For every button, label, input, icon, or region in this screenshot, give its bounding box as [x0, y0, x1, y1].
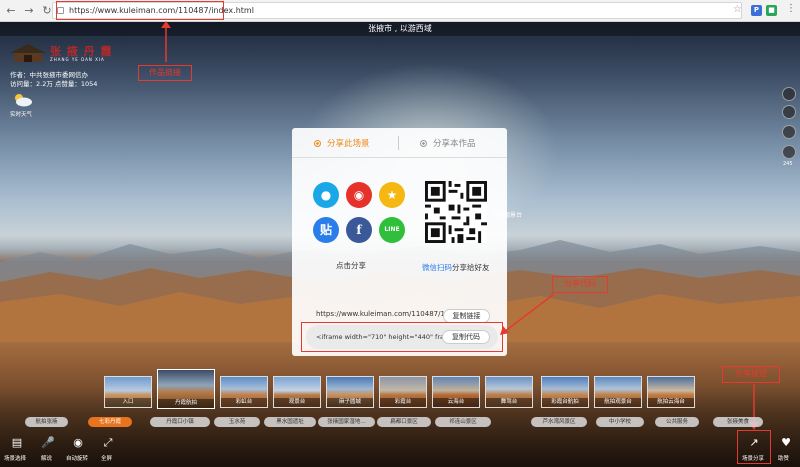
thumbnail-item-active[interactable]: 丹霞航拍: [157, 369, 215, 409]
share-url: https://www.kuleiman.com/110487/17895: [316, 310, 463, 318]
line-icon[interactable]: LINE: [379, 217, 405, 243]
copy-link-button[interactable]: 复制链接: [443, 309, 490, 323]
category-pill[interactable]: 祁连山景区: [435, 417, 491, 427]
share-button-annotation: 分享按钮: [722, 366, 780, 383]
facebook-icon[interactable]: f: [346, 217, 372, 243]
stats-line: 访问量：2.2万 点赞量：1054: [10, 80, 98, 88]
category-pill-active[interactable]: 七彩丹霞: [88, 417, 132, 427]
like-count-icon[interactable]: [782, 145, 796, 159]
category-pill[interactable]: 张掖美食: [713, 417, 763, 427]
vr-icon[interactable]: [782, 105, 796, 119]
auto-rotate-label: 自动旋转: [66, 456, 89, 462]
thumbnail-label: 彩霞台: [380, 398, 426, 407]
thumbnail-item[interactable]: 彩霞台航拍: [541, 376, 589, 408]
category-pill[interactable]: 玉水苑: [214, 417, 260, 427]
qr-code-icon: [425, 181, 487, 243]
thumbnail-item[interactable]: 麻子圆城: [326, 376, 374, 408]
view-mode-icon[interactable]: [782, 125, 796, 139]
category-pill[interactable]: 黑水国遗址: [264, 417, 316, 427]
thumbnail-label: 入口: [105, 398, 151, 407]
qzone-icon[interactable]: ★: [379, 182, 405, 208]
extension-green-icon[interactable]: ■: [766, 5, 777, 16]
thumbnail-item[interactable]: 航拍云海台: [647, 376, 695, 408]
share-code-annotation-box: [301, 322, 503, 352]
radio-on-icon: [314, 140, 321, 147]
work-link-annotation: 作品链接: [138, 65, 192, 81]
weather-label: 实时天气: [10, 112, 33, 118]
thumbnail-item[interactable]: 云海台: [432, 376, 480, 408]
share-code-arrow: [500, 293, 555, 335]
thumbnail-label: 舞驾台: [486, 398, 532, 407]
bookmark-star-icon[interactable]: ☆: [733, 4, 742, 15]
category-pill[interactable]: 芦水湾风景区: [531, 417, 587, 427]
forward-icon[interactable]: →: [22, 4, 36, 18]
narration-label: 解说: [41, 456, 53, 462]
like-label: 助赞: [778, 456, 790, 462]
tab-share-work-label: 分享本作品: [433, 139, 476, 149]
work-link-arrow: [161, 21, 171, 62]
url-annotation-box: [56, 1, 224, 20]
thumbnail-label: 航拍云海台: [648, 398, 694, 407]
thumbnail-item[interactable]: 观景台: [273, 376, 321, 408]
browser-menu-icon[interactable]: ⋮: [786, 3, 796, 14]
category-pill[interactable]: 公共服务: [655, 417, 699, 427]
tieba-icon[interactable]: 贴: [313, 217, 339, 243]
thumbnail-item[interactable]: 航拍观景台: [594, 376, 642, 408]
auto-rotate-icon[interactable]: ◉: [71, 436, 85, 450]
scan-share-caption: 微信扫码分享给好友: [422, 262, 490, 273]
thumbnail-label: 航拍观景台: [595, 398, 641, 407]
thumbnail-label: 麻子圆城: [327, 398, 373, 407]
tab-share-scene[interactable]: 分享此场景: [314, 137, 370, 149]
share-icon[interactable]: ↗: [747, 436, 761, 450]
tab-divider: [398, 136, 399, 150]
tab-share-work[interactable]: 分享本作品: [420, 137, 476, 149]
scene-select-icon[interactable]: ▤: [10, 436, 24, 450]
back-icon[interactable]: ←: [4, 4, 18, 18]
category-pill[interactable]: 丹霞口小镇: [150, 417, 210, 427]
like-count: 245: [783, 161, 793, 167]
thumbnail-label: 彩虹台: [221, 398, 267, 407]
thumbnail-item[interactable]: 入口: [104, 376, 152, 408]
radio-off-icon: [420, 140, 427, 147]
weibo-icon[interactable]: ◉: [346, 182, 372, 208]
gate-tower-logo-icon: [10, 44, 46, 62]
thumbnail-label: 观景台: [274, 398, 320, 407]
thumbnail-item[interactable]: 彩霞台: [379, 376, 427, 408]
thumbnail-label: 云海台: [433, 398, 479, 407]
thumbnail-item[interactable]: 舞驾台: [485, 376, 533, 408]
tab-share-scene-label: 分享此场景: [327, 139, 370, 149]
gyroscope-icon[interactable]: [782, 87, 796, 101]
category-pill[interactable]: 中小学校: [596, 417, 644, 427]
scene-share-label: 场景分享: [742, 456, 765, 462]
qq-icon[interactable]: ●: [313, 182, 339, 208]
share-tabs: 分享此场景 分享本作品: [292, 128, 507, 158]
category-pill[interactable]: 扁都口景区: [377, 417, 431, 427]
category-pill[interactable]: 航拍张掖: [25, 417, 68, 427]
thumbnail-label: 彩霞台航拍: [542, 398, 588, 407]
click-share-caption: 点击分享: [336, 261, 366, 270]
scan-share-suffix: 分享给好友: [452, 263, 490, 272]
scene-title: 张掖市 , 以游西域: [0, 22, 800, 36]
thumbnail-label: 丹霞航拍: [158, 399, 214, 408]
fullscreen-icon[interactable]: ⤢: [101, 436, 115, 450]
logo-subtitle: ZHANG YE DAN XIA: [50, 57, 105, 62]
scene-select-label: 场景选择: [4, 456, 27, 462]
thumbnail-item[interactable]: 彩虹台: [220, 376, 268, 408]
scan-share-prefix: 微信扫码: [422, 263, 452, 272]
fullscreen-label: 全屏: [101, 456, 113, 462]
weather-cloud-icon[interactable]: [11, 93, 33, 107]
share-code-annotation: 分享代码: [552, 276, 608, 293]
category-pill[interactable]: 张掖国家湿地…: [318, 417, 375, 427]
like-icon[interactable]: ♥: [779, 436, 793, 450]
extension-p-icon[interactable]: P: [751, 5, 762, 16]
microphone-icon[interactable]: 🎤: [41, 436, 55, 450]
